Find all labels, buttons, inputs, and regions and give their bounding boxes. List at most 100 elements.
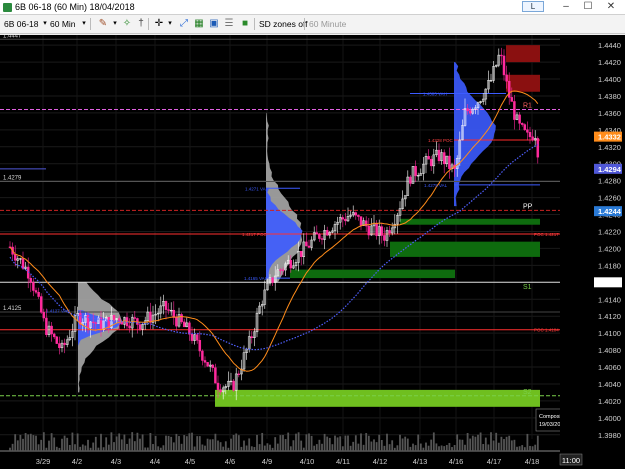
volume-bar [196, 436, 199, 451]
candle-body [502, 55, 506, 76]
volume-bar [128, 438, 131, 451]
volume-bar [19, 434, 22, 451]
candle-body [305, 241, 308, 247]
template-secondary[interactable]: 60 Minute [309, 17, 346, 31]
candle-body [94, 322, 98, 324]
candle-body [281, 269, 285, 271]
volume-bar [53, 437, 56, 451]
volume-bar [414, 445, 417, 451]
price-label: 1.4279 [3, 176, 22, 182]
template-selector[interactable]: SD zones off [259, 17, 308, 31]
volume-bar [500, 436, 503, 451]
volume-bar [105, 437, 108, 451]
close-icon[interactable]: ✕ [601, 0, 621, 15]
price-marker-label: 1.4160 [598, 278, 621, 287]
candle-body [45, 317, 48, 335]
zoom-icon[interactable]: ⤢ [177, 17, 191, 31]
candle-body [528, 132, 532, 138]
toolbar-separator [90, 18, 91, 30]
volume-bar [107, 444, 110, 451]
volume-bar [230, 438, 232, 451]
volume-bar [42, 432, 45, 451]
candle-body [531, 136, 534, 141]
volume-bar [492, 440, 495, 451]
properties-icon[interactable]: ☰ [222, 17, 236, 31]
x-tick-label: 4/6 [225, 457, 235, 466]
volume-bar [37, 444, 40, 451]
volume-bar [58, 447, 61, 451]
volume-bar [310, 435, 313, 451]
volume-bar [211, 439, 214, 451]
volume-bar [521, 445, 524, 451]
volume-bar [227, 447, 230, 451]
instrument-selector[interactable]: 6B 06-18 [4, 17, 39, 31]
volume-bar [406, 438, 409, 451]
volume-bar [24, 433, 27, 451]
candle-body [364, 220, 368, 227]
maximize-icon[interactable]: ☐ [578, 0, 598, 15]
candle-body [466, 108, 469, 112]
candle-body [375, 222, 378, 236]
candle-body [216, 382, 220, 390]
indicators-icon[interactable]: ▦ [192, 17, 206, 31]
candle-body [52, 333, 56, 338]
volume-bar [297, 432, 300, 451]
y-tick-label: 1.4020 [598, 397, 621, 406]
x-tick-label: 4/4 [150, 457, 160, 466]
volume-bar [435, 443, 438, 451]
price-marker-label: 1.4244 [598, 207, 622, 216]
volume-bar [404, 436, 407, 451]
magic-wand-icon[interactable]: ✧ [120, 17, 134, 31]
volume-bar [341, 446, 344, 451]
volume-bar [487, 444, 490, 451]
candle-body [279, 269, 282, 271]
chart-canvas[interactable]: 1.4447 1.4279 1.4125 R1 PP S1 S2 1.4271 VAH 1.42… [0, 35, 625, 469]
chevron-down-icon[interactable]: ▾ [77, 17, 91, 31]
volume-bar [71, 432, 74, 451]
volume-bar [508, 435, 511, 451]
candle-body [289, 259, 293, 269]
volume-bar [529, 445, 531, 451]
volume-bar [349, 445, 352, 451]
y-tick-label: 1.4140 [598, 295, 621, 304]
candle-body [299, 251, 303, 257]
alerts-icon[interactable]: ■ [238, 17, 252, 31]
chevron-down-icon[interactable]: ▾ [163, 17, 177, 31]
volume-bar [451, 447, 453, 451]
volume-bar [191, 432, 193, 451]
volume-bar [206, 438, 209, 451]
profile-label: 1.4383 VAH [423, 91, 447, 96]
y-tick-label: 1.4440 [598, 41, 621, 50]
volume-bar [45, 447, 48, 451]
volume-bar [131, 432, 134, 451]
candle-body [138, 324, 142, 330]
volume-bar [474, 436, 477, 451]
volume-bar [22, 438, 24, 451]
volume-bar [261, 432, 264, 451]
volume-bar [378, 434, 381, 451]
x-tick-label: 4/12 [373, 457, 388, 466]
volume-bar [289, 446, 292, 451]
volume-bar [328, 437, 331, 451]
y-tick-label: 1.4280 [598, 177, 621, 186]
period-selector[interactable]: 60 Min [50, 17, 76, 31]
pin-icon[interactable]: † [134, 17, 148, 31]
strategies-icon[interactable]: ▣ [207, 17, 221, 31]
volume-bar [263, 445, 266, 451]
volume-bar [9, 447, 11, 451]
volume-bar [279, 435, 282, 451]
chart-panel[interactable]: 1.4447 1.4279 1.4125 R1 PP S1 S2 1.4271 VAH 1.42… [0, 35, 625, 469]
chart-trader-button[interactable]: L [522, 1, 544, 12]
volume-bar [362, 444, 365, 451]
candle-body [344, 218, 347, 222]
volume-bar [354, 435, 357, 451]
candle-body [427, 156, 430, 160]
volume-bar [198, 436, 201, 451]
volume-bar [300, 440, 303, 451]
minimize-icon[interactable]: – [556, 0, 576, 15]
candle-body [58, 343, 61, 349]
candle-body [341, 217, 345, 220]
candle-body [271, 277, 274, 283]
volume-bar [453, 445, 456, 451]
volume-bar [126, 443, 128, 451]
